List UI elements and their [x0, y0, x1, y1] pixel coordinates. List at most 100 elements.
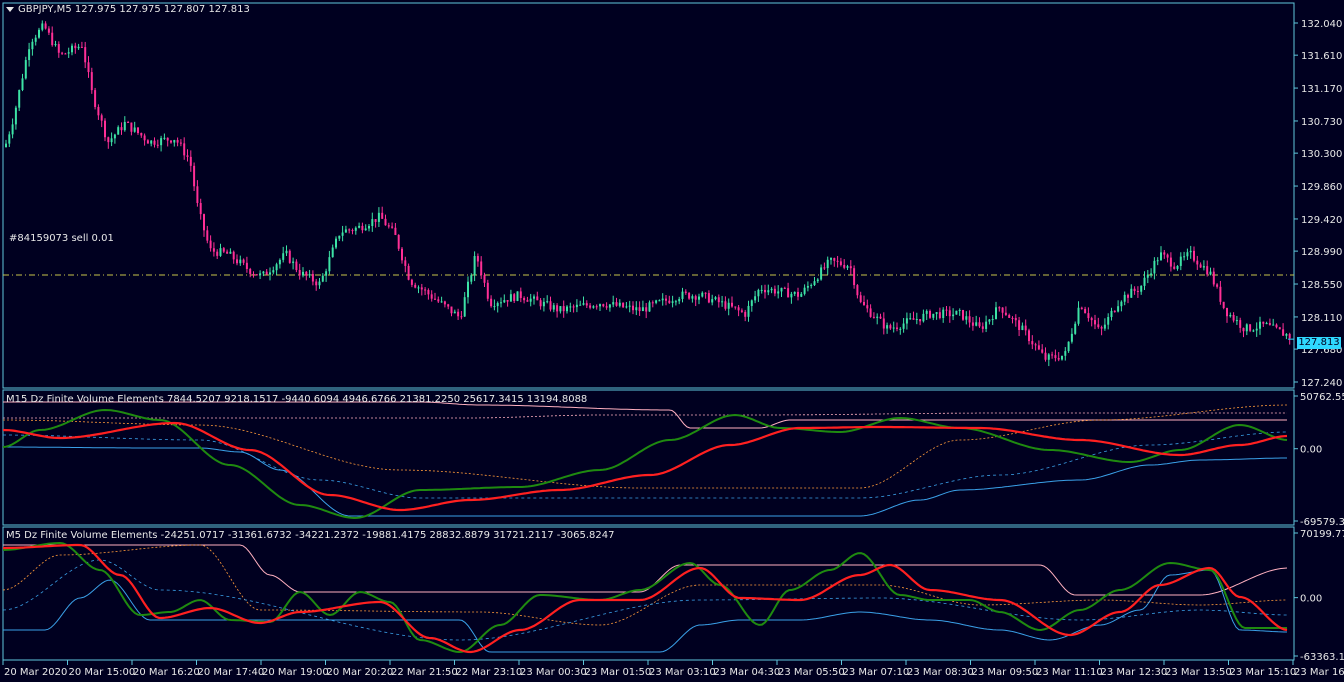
- candle-body: [773, 288, 776, 294]
- candle-body: [490, 298, 493, 307]
- candle-body: [249, 268, 252, 274]
- indicator2-upper-band: [3, 544, 1288, 596]
- candle-body: [1117, 306, 1120, 312]
- candle-body: [919, 319, 922, 322]
- candle-body: [1014, 317, 1017, 321]
- candle-body: [97, 106, 100, 116]
- candle-body: [467, 281, 469, 298]
- candle-body: [1156, 260, 1159, 262]
- candle-body: [321, 275, 324, 282]
- candle-body: [476, 256, 479, 262]
- candle-body: [1127, 294, 1129, 298]
- candle-body: [698, 296, 700, 300]
- candle-body: [216, 251, 219, 256]
- candle-body: [364, 228, 367, 231]
- candle-body: [1090, 318, 1093, 321]
- candle-body: [1239, 320, 1242, 328]
- candle-body: [915, 319, 918, 321]
- indicator2-orange-dash: [2, 544, 1287, 626]
- candle-body: [1037, 345, 1040, 350]
- time-label: 23 Mar 03:10: [649, 667, 716, 678]
- chart-menu-triangle-icon[interactable]: [6, 6, 14, 12]
- indicator2-pane-frame: [2, 526, 1295, 661]
- time-label: 23 Mar 00:30: [520, 667, 587, 678]
- time-label: 23 Mar 08:30: [907, 667, 974, 678]
- indicator1-level-label: -69579.37: [1300, 517, 1344, 528]
- candle-body: [942, 309, 945, 319]
- candle-body: [1031, 341, 1034, 345]
- indicator2-level-label: 70199.778: [1300, 529, 1344, 540]
- candle-body: [140, 132, 143, 136]
- candle-body: [602, 304, 605, 307]
- candle-body: [298, 270, 301, 276]
- candle-body: [176, 140, 179, 143]
- candle-body: [285, 250, 288, 254]
- candle-body: [985, 321, 988, 329]
- candle-body: [311, 274, 314, 282]
- candle-body: [955, 310, 958, 315]
- candle-body: [1179, 256, 1182, 266]
- candle-body: [437, 299, 440, 302]
- candle-body: [1004, 312, 1007, 315]
- time-label: 20 Mar 16:20: [133, 667, 200, 678]
- candle-body: [948, 310, 951, 317]
- candle-body: [1011, 317, 1014, 319]
- candle-body: [1057, 358, 1060, 360]
- candle-body: [417, 287, 420, 289]
- candle-body: [625, 306, 628, 308]
- candle-body: [975, 322, 978, 326]
- candle-body: [905, 318, 908, 324]
- candle-body: [691, 296, 694, 299]
- candle-body: [622, 302, 625, 308]
- candle-body: [71, 45, 73, 53]
- candle-body: [110, 138, 113, 143]
- price-level-label: 128.110: [1301, 313, 1342, 324]
- candle-body: [1183, 256, 1186, 258]
- candle-body: [1008, 314, 1011, 318]
- candle-body: [173, 140, 176, 143]
- candle-body: [80, 46, 83, 48]
- indicator1-level-label: 50762.558: [1300, 392, 1344, 403]
- candle-body: [935, 312, 938, 314]
- candle-body: [242, 259, 245, 263]
- candle-body: [1196, 260, 1199, 265]
- price-level-label: 129.420: [1301, 215, 1342, 226]
- candle-body: [64, 53, 67, 55]
- candle-body: [166, 137, 169, 141]
- time-label: 20 Mar 20:20: [327, 667, 394, 678]
- candle-body: [876, 316, 879, 318]
- candle-body: [1252, 330, 1255, 332]
- candle-body: [800, 293, 803, 297]
- candle-body: [430, 294, 433, 299]
- candle-body: [282, 253, 285, 260]
- candle-body: [440, 301, 443, 303]
- candle-body: [1034, 344, 1037, 346]
- candle-body: [750, 300, 753, 306]
- candle-body: [542, 301, 545, 307]
- candle-body: [1173, 266, 1176, 269]
- candle-body: [1186, 252, 1189, 257]
- candle-body: [516, 291, 519, 302]
- candle-body: [998, 307, 1001, 309]
- candle-body: [38, 29, 40, 38]
- candle-body: [1153, 260, 1156, 274]
- candle-body: [585, 303, 588, 306]
- candle-body: [156, 144, 159, 146]
- candle-body: [777, 291, 780, 294]
- candle-body: [780, 287, 783, 292]
- trading-chart[interactable]: 132.040 131.610 131.170 130.730 130.300 129.8…: [0, 0, 1344, 682]
- candle-body: [245, 262, 248, 269]
- candle-body: [638, 307, 641, 312]
- candle-body: [143, 135, 146, 141]
- candle-body: [295, 261, 298, 271]
- order-label[interactable]: #84159073 sell 0.01: [9, 233, 114, 244]
- candle-body: [123, 122, 126, 131]
- candle-body: [44, 23, 47, 29]
- candle-body: [8, 134, 11, 144]
- candle-body: [618, 302, 621, 306]
- candle-body: [183, 143, 186, 156]
- candle-body: [859, 295, 862, 302]
- candle-body: [262, 271, 265, 274]
- candle-body: [879, 316, 882, 319]
- candle-body: [635, 307, 638, 311]
